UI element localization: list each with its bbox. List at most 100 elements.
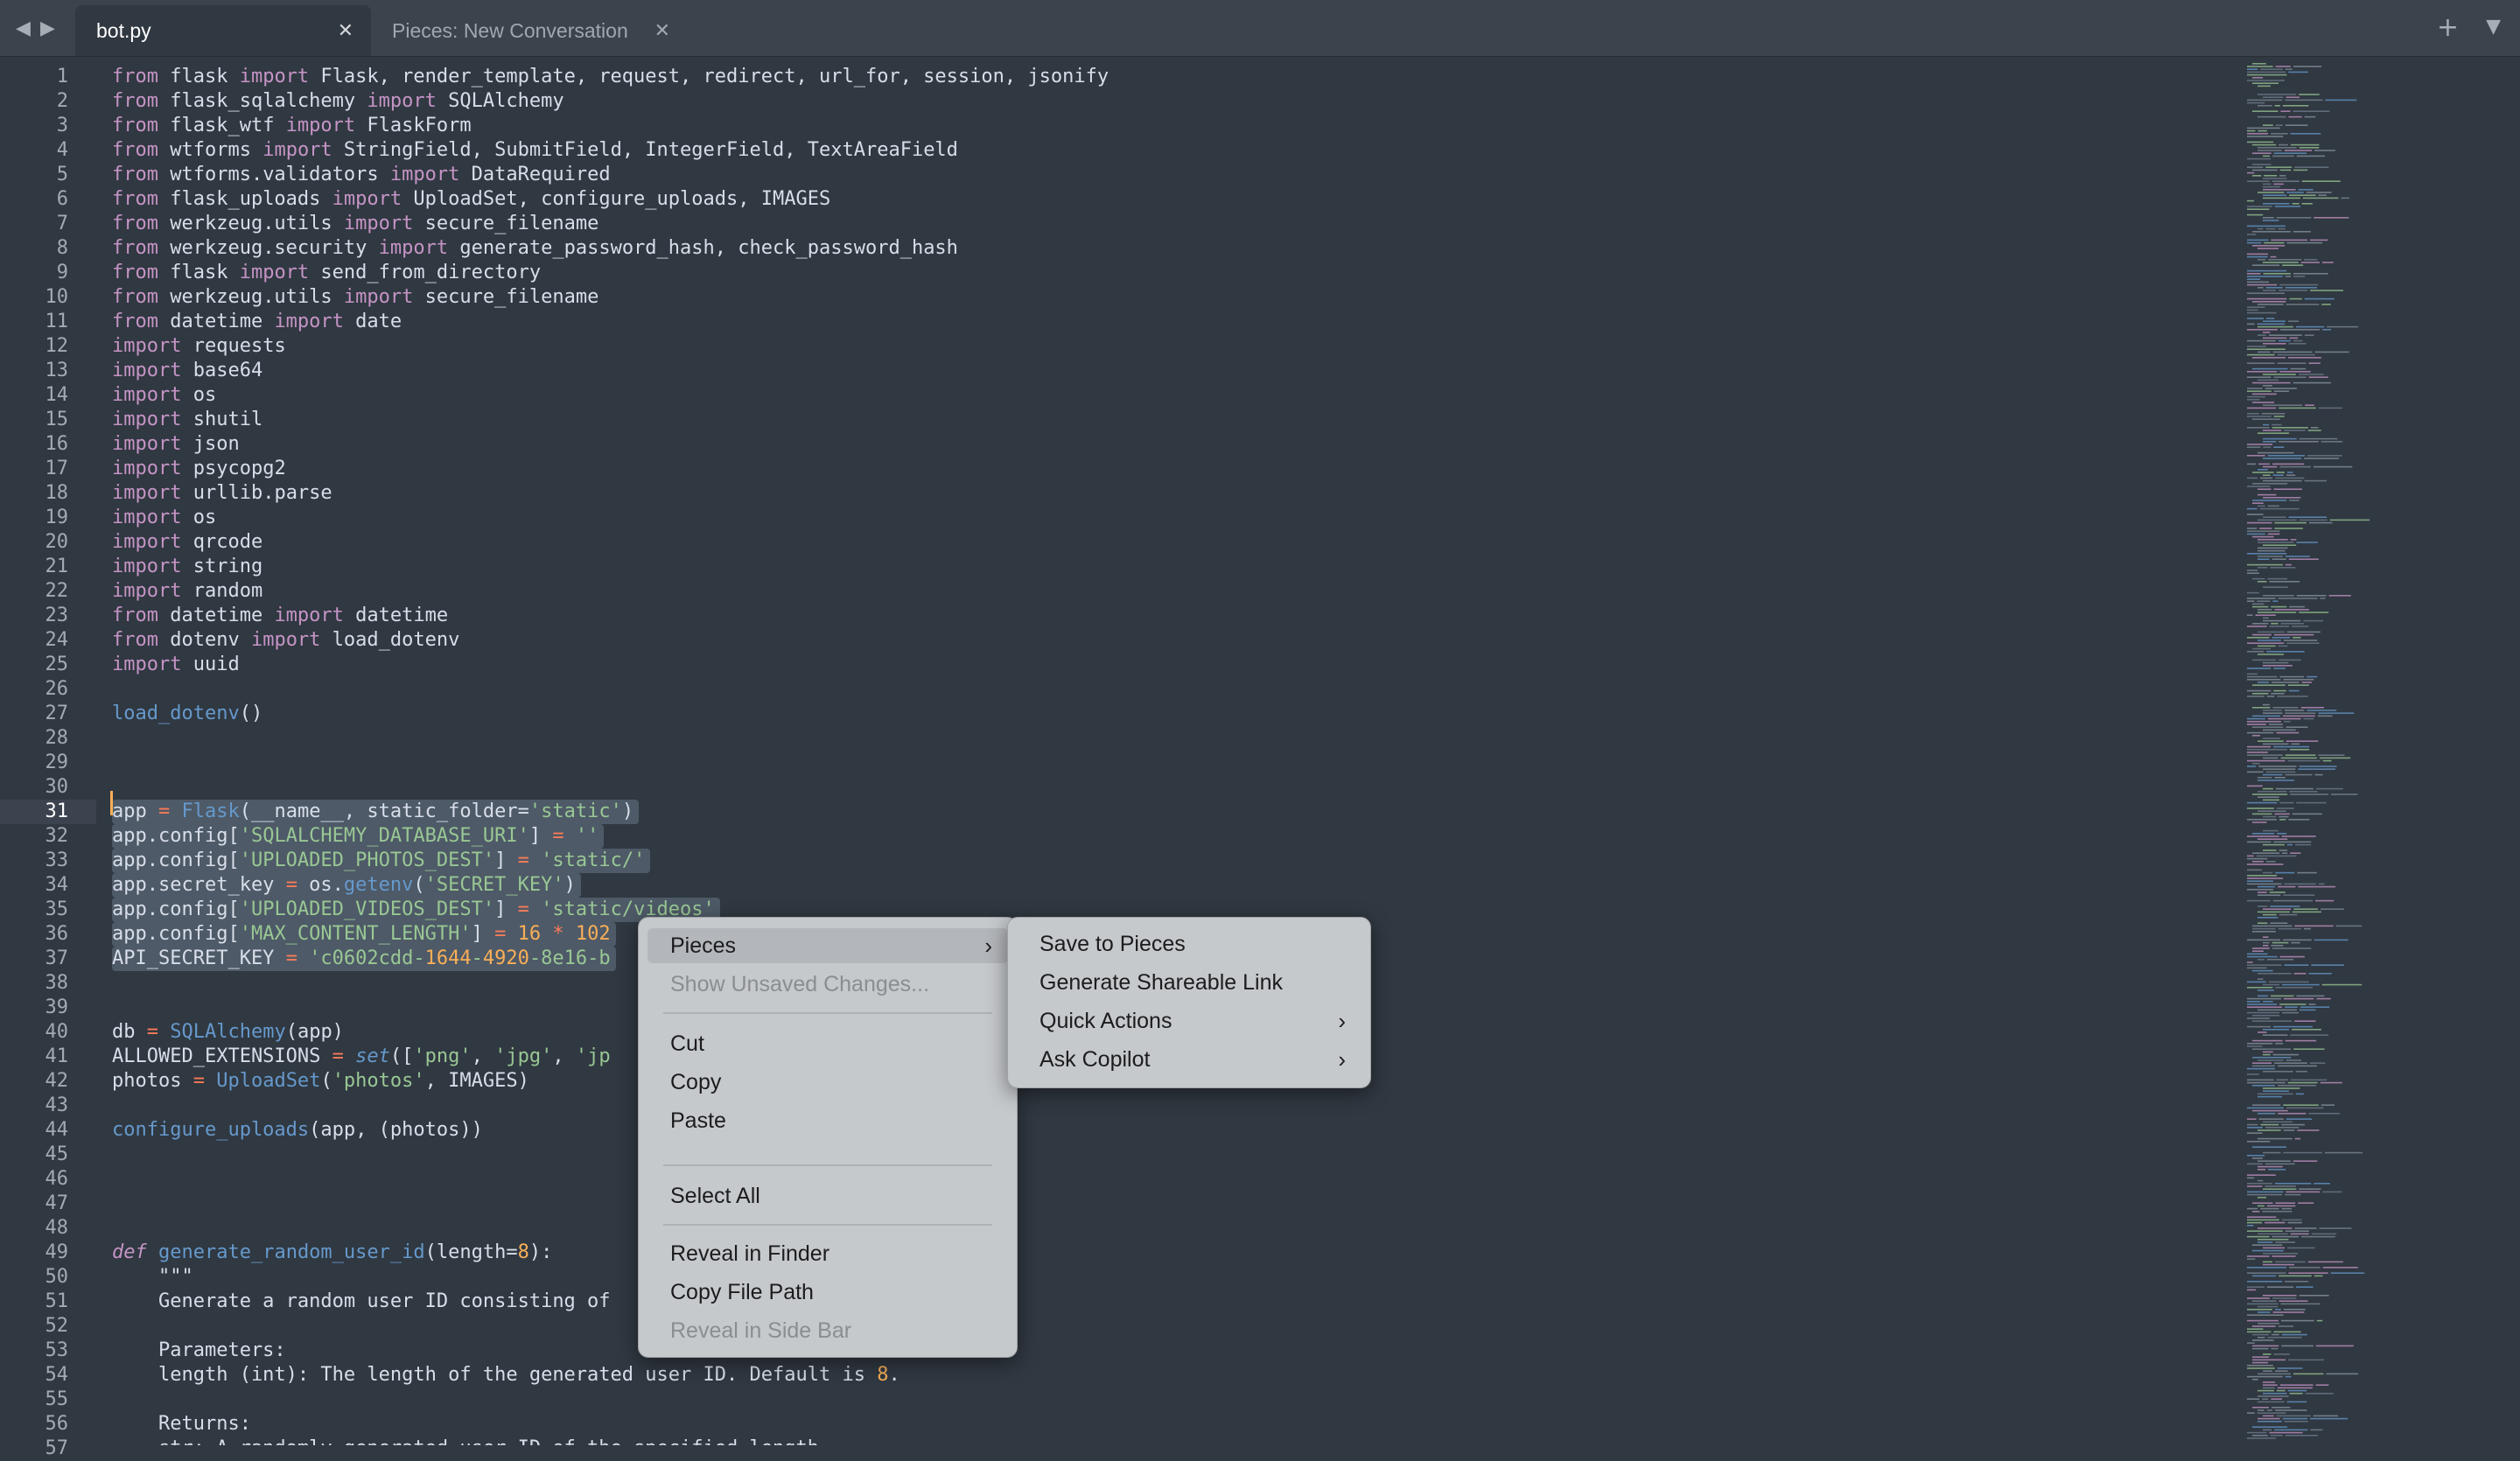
code-line[interactable]: from flask import Flask, render_template…	[112, 65, 1109, 89]
code-line[interactable]: API_SECRET_KEY = 'c0602cdd-1644-4920-8e1…	[112, 947, 616, 971]
code-line[interactable]: app.config['UPLOADED_PHOTOS_DEST'] = 'st…	[112, 849, 651, 873]
plus-icon[interactable]: +	[2437, 12, 2459, 43]
minimap-line	[2272, 351, 2313, 353]
line-number: 45	[45, 1143, 69, 1165]
menu-item-ask-copilot[interactable]: Ask Copilot ›	[1017, 1042, 1362, 1077]
code-line[interactable]: import base64	[112, 359, 262, 383]
close-icon[interactable]: ✕	[338, 5, 354, 56]
minimap[interactable]	[2240, 56, 2520, 1445]
code-line[interactable]: load_dotenv()	[112, 702, 262, 726]
code-line[interactable]: photos = UploadSet('photos', IMAGES)	[112, 1069, 529, 1094]
code-line[interactable]: import os	[112, 383, 216, 408]
code-line[interactable]: configure_uploads(app, (photos))	[112, 1118, 483, 1143]
minimap-line	[2258, 959, 2264, 961]
code-line[interactable]: db = SQLAlchemy(app)	[112, 1020, 344, 1045]
minimap-line	[2322, 1267, 2358, 1269]
minimap-line	[2252, 1300, 2277, 1302]
minimap-line	[2252, 418, 2280, 420]
line-number: 31	[0, 800, 96, 824]
minimap-line	[2255, 614, 2276, 616]
minimap-line	[2279, 175, 2286, 177]
code-line[interactable]: ALLOWED_EXTENSIONS = set(['png', 'jpg', …	[112, 1045, 611, 1069]
minimap-line	[2252, 925, 2292, 927]
code-line[interactable]: app.config['UPLOADED_VIDEOS_DEST'] = 'st…	[112, 898, 720, 922]
minimap-line	[2258, 85, 2271, 87]
minimap-line	[2304, 259, 2318, 261]
minimap-line	[2247, 1221, 2263, 1224]
code-line[interactable]: from datetime import date	[112, 310, 402, 334]
code-line[interactable]: from wtforms.validators import DataRequi…	[112, 163, 611, 187]
code-line[interactable]: import qrcode	[112, 530, 262, 555]
code-line[interactable]: Returns:	[112, 1412, 251, 1437]
code-line[interactable]: app.config['SQLALCHEMY_DATABASE_URI'] = …	[112, 824, 605, 849]
code-line[interactable]: import string	[112, 555, 262, 579]
code-line[interactable]: app.config['MAX_CONTENT_LENGTH'] = 16 * …	[112, 922, 616, 947]
minimap-line	[2265, 166, 2292, 168]
code-line[interactable]: length (int): The length of the generate…	[112, 1363, 900, 1388]
code-line[interactable]: import psycopg2	[112, 457, 286, 481]
code-line[interactable]: app.secret_key = os.getenv('SECRET_KEY')	[112, 873, 581, 898]
minimap-line	[2331, 793, 2358, 795]
menu-item-copy[interactable]: Copy	[648, 1065, 1008, 1100]
menu-item-quick-actions[interactable]: Quick Actions ›	[1017, 1003, 1362, 1038]
menu-item-pieces[interactable]: Pieces ›	[648, 928, 1008, 963]
minimap-line	[2298, 189, 2314, 191]
minimap-line	[2247, 679, 2281, 681]
minimap-line	[2271, 1407, 2291, 1409]
back-arrow-icon[interactable]: ◀	[16, 17, 31, 39]
menu-item-save-to-pieces[interactable]: Save to Pieces	[1017, 926, 1362, 961]
code-line[interactable]: """	[112, 1265, 193, 1290]
minimap-line	[2258, 379, 2278, 381]
triangle-down-icon[interactable]: ▼	[2486, 16, 2501, 38]
code-line[interactable]: from flask import send_from_directory	[112, 261, 541, 285]
code-line[interactable]: import random	[112, 579, 262, 604]
minimap-line	[2296, 1286, 2314, 1288]
minimap-line	[2318, 754, 2345, 756]
forward-arrow-icon[interactable]: ▶	[40, 17, 55, 39]
minimap-line	[2258, 463, 2271, 465]
minimap-line	[2275, 1370, 2288, 1372]
code-editor[interactable]: from flask import Flask, render_template…	[112, 56, 2230, 1445]
code-line[interactable]: Parameters:	[112, 1339, 286, 1363]
minimap-line	[2276, 1389, 2286, 1392]
menu-item-paste[interactable]: Paste	[648, 1103, 1008, 1138]
code-line[interactable]: from flask_sqlalchemy import SQLAlchemy	[112, 89, 564, 114]
menu-item-reveal-in-finder[interactable]: Reveal in Finder	[648, 1236, 1008, 1271]
close-icon[interactable]: ✕	[654, 5, 670, 56]
menu-item-copy-file-path[interactable]: Copy File Path	[648, 1275, 1008, 1310]
code-line[interactable]: from datetime import datetime	[112, 604, 448, 628]
code-line[interactable]: str: A randomly generated user ID of the…	[112, 1437, 830, 1445]
code-line[interactable]: import uuid	[112, 653, 240, 677]
tab-pieces-conversation[interactable]: Pieces: New Conversation ✕	[371, 5, 676, 56]
menu-item-cut[interactable]: Cut	[648, 1026, 1008, 1061]
code-line[interactable]: Generate a random user ID consisting of	[112, 1290, 611, 1314]
minimap-line	[2258, 1421, 2282, 1423]
minimap-line	[2252, 1109, 2288, 1112]
minimap-line	[2247, 141, 2274, 143]
minimap-line	[2263, 586, 2288, 588]
code-line[interactable]: import os	[112, 506, 216, 530]
code-line[interactable]: def generate_random_user_id(length=8):	[112, 1241, 552, 1265]
code-line[interactable]: from flask_wtf import FlaskForm	[112, 114, 472, 138]
minimap-line	[2247, 673, 2258, 675]
minimap-line	[2252, 393, 2277, 395]
code-line[interactable]: from flask_uploads import UploadSet, con…	[112, 187, 830, 212]
code-line[interactable]: import json	[112, 432, 240, 457]
tab-bot-py[interactable]: bot.py ✕	[75, 5, 371, 56]
menu-item-generate-shareable-link[interactable]: Generate Shareable Link	[1017, 965, 1362, 1000]
line-number: 9	[56, 262, 68, 283]
minimap-line	[2258, 1197, 2267, 1199]
code-line[interactable]: from werkzeug.utils import secure_filena…	[112, 212, 598, 236]
code-line[interactable]: import shutil	[112, 408, 262, 432]
minimap-line	[2252, 1057, 2292, 1059]
menu-item-select-all[interactable]: Select All	[648, 1178, 1008, 1213]
minimap-line	[2252, 735, 2261, 737]
minimap-line	[2275, 477, 2305, 479]
code-line[interactable]: app = Flask(__name__, static_folder='sta…	[112, 800, 640, 824]
code-line[interactable]: from werkzeug.security import generate_p…	[112, 236, 958, 261]
code-line[interactable]: from wtforms import StringField, SubmitF…	[112, 138, 958, 163]
code-line[interactable]: from dotenv import load_dotenv	[112, 628, 459, 653]
code-line[interactable]: import requests	[112, 334, 286, 359]
code-line[interactable]: import urllib.parse	[112, 481, 332, 506]
code-line[interactable]: from werkzeug.utils import secure_filena…	[112, 285, 598, 310]
